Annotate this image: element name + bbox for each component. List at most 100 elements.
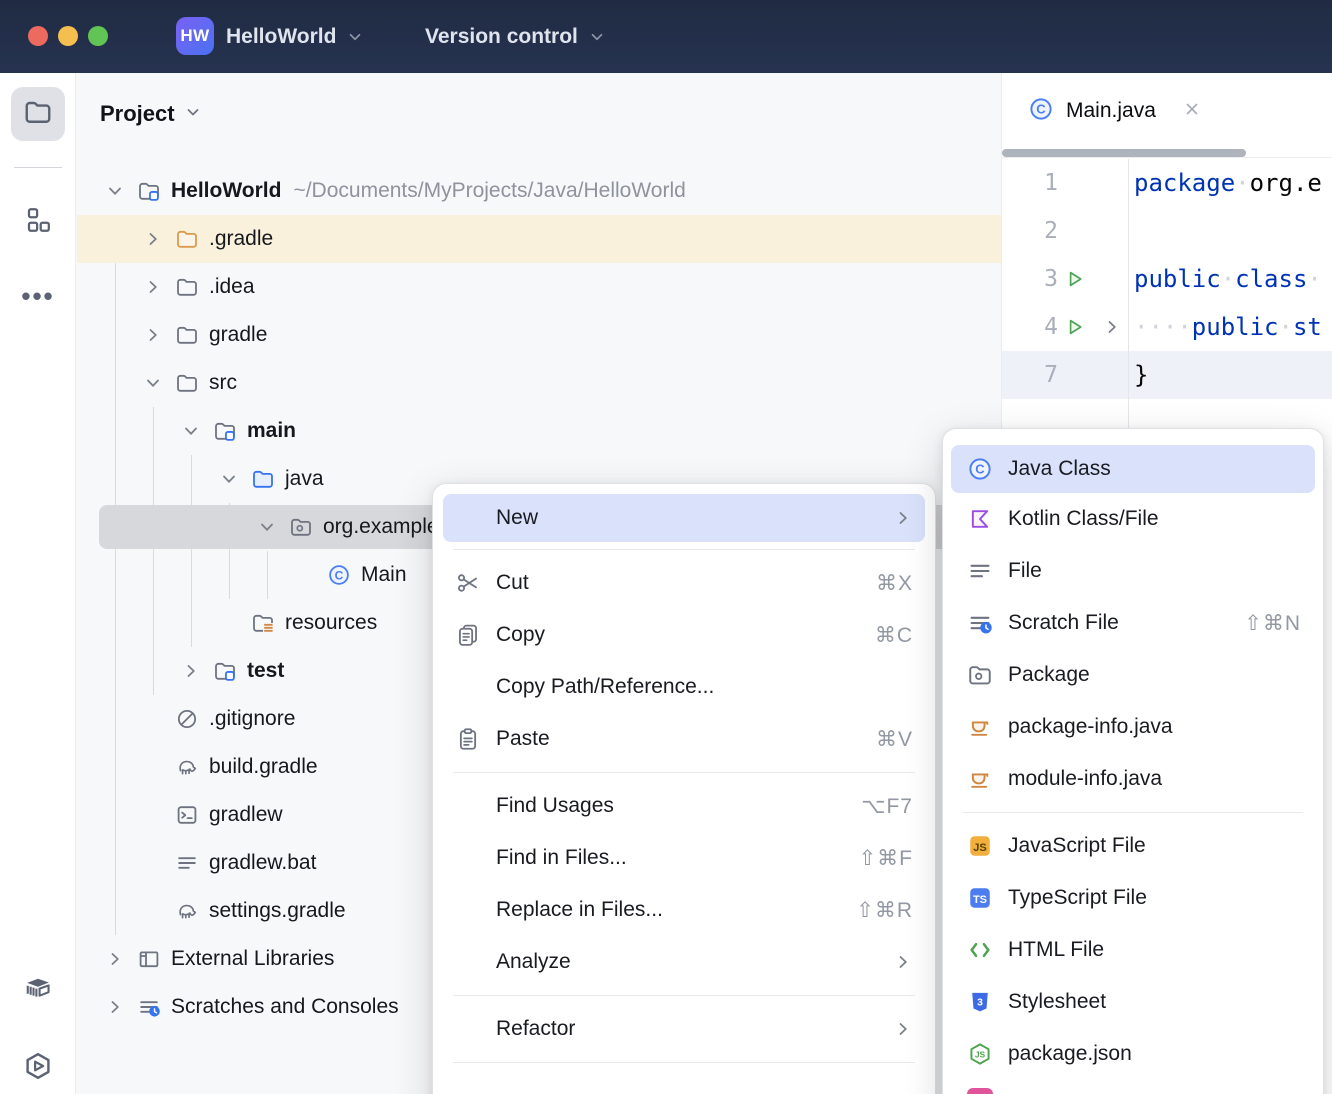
menu-item-html-file[interactable]: HTML File (943, 924, 1323, 976)
run-icon[interactable] (1064, 316, 1086, 338)
build-tool-window-button[interactable] (11, 963, 65, 1017)
editor-line-3[interactable]: 3 public·class· (1002, 255, 1332, 303)
menu-item-find-in-files[interactable]: Find in Files...⇧⌘F (433, 832, 935, 884)
tree-node-label: settings.gradle (209, 887, 346, 935)
tree-row--idea[interactable]: .idea (76, 263, 1001, 311)
menu-item-find-usages[interactable]: Find Usages⌥F7 (433, 780, 935, 832)
svg-text:JS: JS (975, 1050, 986, 1060)
tree-node-label: org.example (323, 503, 439, 551)
menu-item-label: Cut (496, 571, 529, 595)
tab-scrollbar[interactable] (1002, 149, 1246, 157)
tab-title: Main.java (1066, 99, 1156, 123)
package-folder-icon (967, 662, 993, 688)
menu-item-package[interactable]: Package (943, 649, 1323, 701)
chevron-down-icon (346, 28, 364, 46)
tree-expand-chevron-icon[interactable] (143, 229, 163, 249)
project-badge: HW (176, 17, 214, 55)
fold-chevron-icon[interactable] (1102, 317, 1122, 337)
tree-row-src[interactable]: src (76, 359, 1001, 407)
editor-line-7[interactable]: 7} (1002, 351, 1332, 399)
chevron-down-icon (183, 102, 203, 127)
tree-node-label: gradlew.bat (209, 839, 316, 887)
close-icon[interactable] (1182, 99, 1202, 124)
menu-item-scratch-file[interactable]: Scratch File⇧⌘N (943, 597, 1323, 649)
svg-text:C: C (1036, 101, 1046, 116)
package-folder-icon (289, 515, 313, 539)
more-tool-windows-button[interactable]: ••• (11, 269, 65, 323)
project-tool-window-button[interactable] (11, 87, 65, 141)
menu-item-label: Refactor (496, 1017, 575, 1041)
gradle-icon (175, 755, 199, 779)
paste-icon (455, 726, 481, 752)
tree-node-label: build.gradle (209, 743, 318, 791)
menu-divider (453, 772, 915, 773)
menu-item-file[interactable]: File (943, 545, 1323, 597)
menu-item-package-json[interactable]: JSpackage.json (943, 1028, 1323, 1080)
menu-item-kotlin-class-file[interactable]: Kotlin Class/File (943, 493, 1323, 545)
java-cup-icon (967, 714, 993, 740)
menu-item-label: Java Class (1008, 457, 1111, 481)
tree-row-gradle[interactable]: gradle (76, 311, 1001, 359)
tree-expand-chevron-icon[interactable] (105, 997, 125, 1017)
css-shield-icon: 3 (967, 989, 993, 1015)
editor-line-4[interactable]: 4····public·st (1002, 303, 1332, 351)
tree-collapse-chevron-icon[interactable] (219, 469, 239, 489)
tree-collapse-chevron-icon[interactable] (143, 373, 163, 393)
menu-item-new[interactable]: New (443, 494, 925, 542)
zoom-window-button[interactable] (88, 26, 108, 46)
tree-collapse-chevron-icon[interactable] (105, 181, 125, 201)
editor-tab-bar: C Main.java (1002, 73, 1332, 158)
tree-expand-chevron-icon[interactable] (181, 661, 201, 681)
menu-item-javascript-file[interactable]: JSJavaScript File (943, 820, 1323, 872)
menu-shortcut: ⇧⌘F (859, 846, 913, 871)
tree-expand-chevron-icon[interactable] (105, 949, 125, 969)
line-number: 7 (1002, 351, 1058, 399)
menu-item-stylesheet[interactable]: 3Stylesheet (943, 976, 1323, 1028)
rail-divider (14, 167, 62, 168)
structure-tool-window-button[interactable] (11, 195, 65, 249)
vcs-widget[interactable]: Version control (425, 0, 606, 73)
tree-row--gradle[interactable]: .gradle (76, 215, 1001, 263)
menu-shortcut: ⌘V (876, 727, 913, 752)
menu-item-copy-path-reference[interactable]: Copy Path/Reference... (433, 661, 935, 713)
run-icon[interactable] (1064, 268, 1086, 290)
menu-item-replace-in-files[interactable]: Replace in Files...⇧⌘R (433, 884, 935, 936)
module-folder-icon (213, 659, 237, 683)
close-window-button[interactable] (28, 26, 48, 46)
tree-row-main[interactable]: main (76, 407, 1001, 455)
tree-expand-chevron-icon[interactable] (143, 277, 163, 297)
menu-shortcut: ⌘X (876, 571, 913, 596)
tree-node-label: test (247, 647, 284, 695)
tree-node-label: gradlew (209, 791, 283, 839)
project-panel-header[interactable]: Project (100, 101, 203, 127)
text-file-icon (175, 851, 199, 875)
code-text: public·class· (1134, 255, 1322, 303)
tab-main-java[interactable]: C Main.java (1028, 73, 1202, 149)
java-cup-icon (967, 766, 993, 792)
tree-collapse-chevron-icon[interactable] (181, 421, 201, 441)
menu-item-analyze[interactable]: Analyze (433, 936, 935, 988)
tree-row-helloworld[interactable]: HelloWorld~/Documents/MyProjects/Java/He… (76, 167, 1001, 215)
cut-icon (455, 570, 481, 596)
menu-item-label: package-info.java (1008, 715, 1173, 739)
editor-line-1[interactable]: 1package·org.e (1002, 159, 1332, 207)
project-widget[interactable]: HelloWorld (226, 0, 364, 73)
menu-item-java-class[interactable]: CJava Class (951, 445, 1315, 493)
menu-item-paste[interactable]: Paste⌘V (433, 713, 935, 765)
ide-window: HW HelloWorld Version control ••• (0, 0, 1332, 1094)
tree-expand-chevron-icon[interactable] (143, 325, 163, 345)
services-tool-window-button[interactable] (11, 1041, 65, 1094)
editor-line-2[interactable]: 2 (1002, 207, 1332, 255)
menu-item-cut[interactable]: Cut ⌘X (433, 557, 935, 609)
menu-item-typescript-file[interactable]: TSTypeScript File (943, 872, 1323, 924)
folder-resources-icon (251, 611, 275, 635)
minimize-window-button[interactable] (58, 26, 78, 46)
line-number: 3 (1002, 255, 1058, 303)
menu-item-copy[interactable]: Copy⌘C (433, 609, 935, 661)
tree-collapse-chevron-icon[interactable] (257, 517, 277, 537)
menu-item-module-info-java[interactable]: module-info.java (943, 753, 1323, 805)
menu-item-label: Replace in Files... (496, 898, 663, 922)
menu-item-refactor[interactable]: Refactor (433, 1003, 935, 1055)
menu-item-label: module-info.java (1008, 767, 1162, 791)
menu-item-package-info-java[interactable]: package-info.java (943, 701, 1323, 753)
